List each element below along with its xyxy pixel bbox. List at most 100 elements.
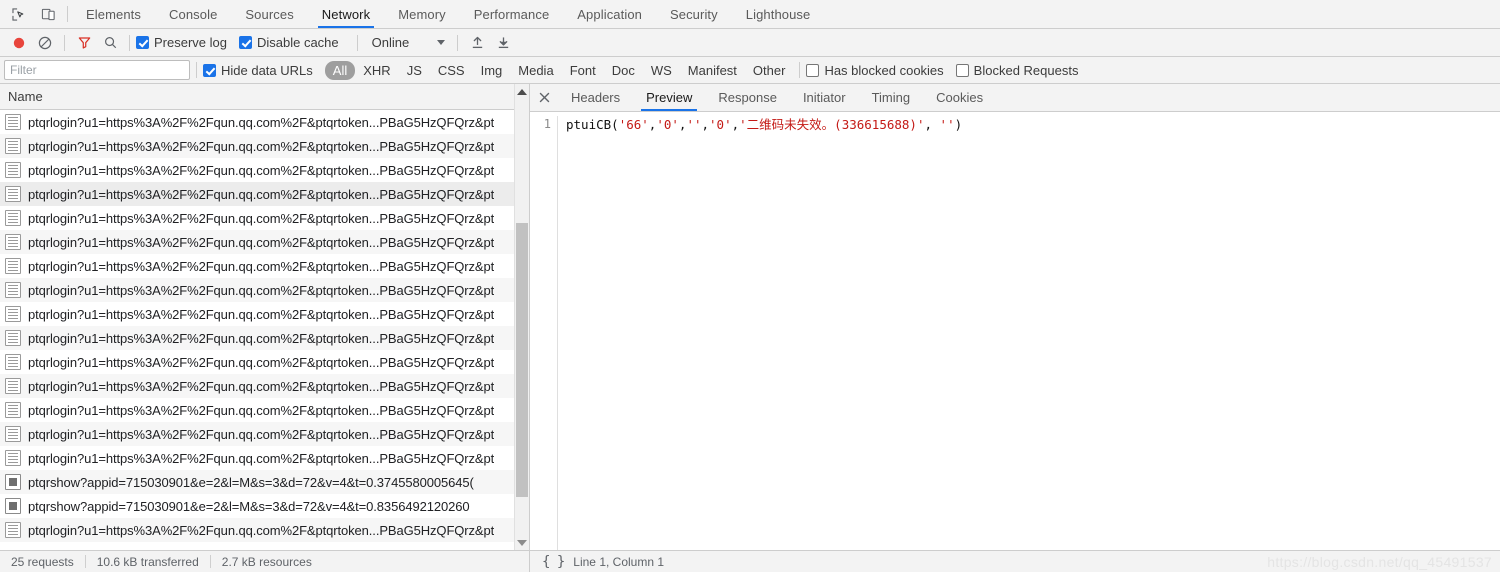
- tab-response[interactable]: Response: [705, 84, 790, 111]
- disable-cache-checkbox[interactable]: Disable cache: [238, 35, 339, 50]
- type-filter-font[interactable]: Font: [562, 61, 604, 80]
- has-blocked-cookies-checkbox-box: [806, 63, 820, 77]
- type-filter-all-label: All: [332, 62, 348, 78]
- resource-type-filters: All XHR JS CSS Img Media Font Doc WS Man…: [324, 60, 794, 80]
- request-row[interactable]: ptqrlogin?u1=https%3A%2F%2Fqun.qq.com%2F…: [0, 254, 529, 278]
- tab-initiator[interactable]: Initiator: [790, 84, 859, 111]
- blocked-requests-checkbox[interactable]: Blocked Requests: [955, 63, 1078, 78]
- type-filter-xhr-label: XHR: [363, 62, 391, 78]
- type-filter-img-label: Img: [480, 62, 503, 78]
- request-row[interactable]: ptqrlogin?u1=https%3A%2F%2Fqun.qq.com%2F…: [0, 398, 529, 422]
- blocked-requests-checkbox-box: [955, 63, 969, 77]
- request-row[interactable]: ptqrlogin?u1=https%3A%2F%2Fqun.qq.com%2F…: [0, 182, 529, 206]
- scroll-up-arrow-icon[interactable]: [515, 84, 529, 99]
- request-name: ptqrlogin?u1=https%3A%2F%2Fqun.qq.com%2F…: [28, 162, 495, 178]
- request-count: 25 requests: [11, 554, 74, 569]
- tab-headers[interactable]: Headers: [558, 84, 633, 111]
- type-filter-media[interactable]: Media: [510, 61, 561, 80]
- tab-sources[interactable]: Sources: [231, 0, 307, 28]
- type-filter-all[interactable]: All: [324, 60, 356, 80]
- request-row[interactable]: ptqrlogin?u1=https%3A%2F%2Fqun.qq.com%2F…: [0, 374, 529, 398]
- request-row[interactable]: ptqrlogin?u1=https%3A%2F%2Fqun.qq.com%2F…: [0, 110, 529, 134]
- request-row[interactable]: ptqrlogin?u1=https%3A%2F%2Fqun.qq.com%2F…: [0, 422, 529, 446]
- filter-input[interactable]: [4, 60, 190, 80]
- request-list-scrollbar[interactable]: [514, 84, 529, 550]
- clear-icon[interactable]: [32, 31, 58, 55]
- document-icon: [5, 522, 21, 538]
- record-stop-icon[interactable]: [6, 31, 32, 55]
- code-token: ptuiCB(: [566, 117, 619, 132]
- type-filter-doc[interactable]: Doc: [604, 61, 643, 80]
- tab-initiator-label: Initiator: [802, 90, 846, 105]
- request-row[interactable]: ptqrlogin?u1=https%3A%2F%2Fqun.qq.com%2F…: [0, 350, 529, 374]
- tab-timing[interactable]: Timing: [859, 84, 924, 111]
- device-toolbar-icon[interactable]: [37, 3, 59, 25]
- export-har-icon[interactable]: [490, 31, 516, 55]
- request-name: ptqrlogin?u1=https%3A%2F%2Fqun.qq.com%2F…: [28, 354, 495, 370]
- preview-code-line: ptuiCB('66','0','','0','二维码未失效。(33661568…: [566, 116, 962, 550]
- tab-lighthouse-label: Lighthouse: [745, 6, 811, 22]
- type-filter-other[interactable]: Other: [745, 61, 794, 80]
- tab-network[interactable]: Network: [308, 0, 384, 28]
- request-name: ptqrlogin?u1=https%3A%2F%2Fqun.qq.com%2F…: [28, 378, 495, 394]
- tab-cookies[interactable]: Cookies: [923, 84, 996, 111]
- request-row[interactable]: ptqrlogin?u1=https%3A%2F%2Fqun.qq.com%2F…: [0, 158, 529, 182]
- tab-console[interactable]: Console: [155, 0, 231, 28]
- disable-cache-checkbox-box: [238, 36, 252, 49]
- request-list-header[interactable]: Name: [0, 84, 529, 110]
- request-row[interactable]: ptqrshow?appid=715030901&e=2&l=M&s=3&d=7…: [0, 470, 529, 494]
- request-row[interactable]: ptqrlogin?u1=https%3A%2F%2Fqun.qq.com%2F…: [0, 230, 529, 254]
- request-list[interactable]: ptqrlogin?u1=https%3A%2F%2Fqun.qq.com%2F…: [0, 110, 529, 550]
- pretty-print-braces-icon[interactable]: { }: [542, 554, 565, 570]
- tab-lighthouse[interactable]: Lighthouse: [732, 0, 825, 28]
- preserve-log-checkbox[interactable]: Preserve log: [136, 35, 227, 50]
- has-blocked-cookies-label: Has blocked cookies: [824, 62, 944, 78]
- chevron-down-icon: [437, 40, 446, 45]
- tab-preview[interactable]: Preview: [633, 84, 705, 111]
- disable-cache-label: Disable cache: [256, 35, 339, 50]
- type-filter-css[interactable]: CSS: [430, 61, 473, 80]
- inspect-element-icon[interactable]: [7, 3, 29, 25]
- hide-data-urls-checkbox[interactable]: Hide data URLs: [203, 63, 313, 78]
- import-har-icon[interactable]: [464, 31, 490, 55]
- network-toolbar: Preserve log Disable cache Online: [0, 29, 1500, 57]
- preview-content[interactable]: 1 ptuiCB('66','0','','0','二维码未失效。(336615…: [530, 112, 1500, 550]
- code-token: ,: [701, 117, 710, 132]
- tab-memory[interactable]: Memory: [384, 0, 460, 28]
- toolbar-divider: [129, 34, 130, 51]
- request-row[interactable]: ptqrlogin?u1=https%3A%2F%2Fqun.qq.com%2F…: [0, 518, 529, 542]
- request-name: ptqrlogin?u1=https%3A%2F%2Fqun.qq.com%2F…: [28, 522, 495, 538]
- document-icon: [5, 186, 21, 202]
- tab-application[interactable]: Application: [563, 0, 656, 28]
- request-detail-pane: Headers Preview Response Initiator Timin…: [530, 84, 1500, 550]
- request-row[interactable]: ptqrlogin?u1=https%3A%2F%2Fqun.qq.com%2F…: [0, 446, 529, 470]
- has-blocked-cookies-checkbox[interactable]: Has blocked cookies: [806, 62, 944, 78]
- code-token: ,: [731, 117, 740, 132]
- close-icon[interactable]: [530, 84, 558, 111]
- network-filter-bar: Hide data URLs All XHR JS CSS Img Media …: [0, 57, 1500, 84]
- request-name: ptqrlogin?u1=https%3A%2F%2Fqun.qq.com%2F…: [28, 258, 495, 274]
- type-filter-ws[interactable]: WS: [643, 61, 680, 80]
- tab-security[interactable]: Security: [656, 0, 732, 28]
- toolbar-divider: [799, 62, 801, 78]
- filter-icon[interactable]: [71, 31, 97, 55]
- type-filter-js[interactable]: JS: [399, 61, 430, 80]
- type-filter-manifest[interactable]: Manifest: [680, 61, 745, 80]
- scroll-down-arrow-icon[interactable]: [515, 535, 529, 550]
- request-row[interactable]: ptqrlogin?u1=https%3A%2F%2Fqun.qq.com%2F…: [0, 302, 529, 326]
- request-row[interactable]: ptqrlogin?u1=https%3A%2F%2Fqun.qq.com%2F…: [0, 326, 529, 350]
- throttling-dropdown[interactable]: Online: [364, 35, 452, 50]
- tab-elements[interactable]: Elements: [72, 0, 155, 28]
- request-row[interactable]: ptqrshow?appid=715030901&e=2&l=M&s=3&d=7…: [0, 494, 529, 518]
- document-icon: [5, 210, 21, 226]
- request-row[interactable]: ptqrlogin?u1=https%3A%2F%2Fqun.qq.com%2F…: [0, 206, 529, 230]
- type-filter-xhr[interactable]: XHR: [355, 61, 398, 80]
- type-filter-img[interactable]: Img: [473, 61, 511, 80]
- hide-data-urls-checkbox-box: [203, 63, 216, 77]
- request-row[interactable]: ptqrlogin?u1=https%3A%2F%2Fqun.qq.com%2F…: [0, 134, 529, 158]
- search-icon[interactable]: [97, 31, 123, 55]
- tab-performance[interactable]: Performance: [460, 0, 564, 28]
- scrollbar-thumb[interactable]: [516, 223, 528, 497]
- request-row[interactable]: ptqrlogin?u1=https%3A%2F%2Fqun.qq.com%2F…: [0, 278, 529, 302]
- request-list-pane: Name ptqrlogin?u1=https%3A%2F%2Fqun.qq.c…: [0, 84, 530, 550]
